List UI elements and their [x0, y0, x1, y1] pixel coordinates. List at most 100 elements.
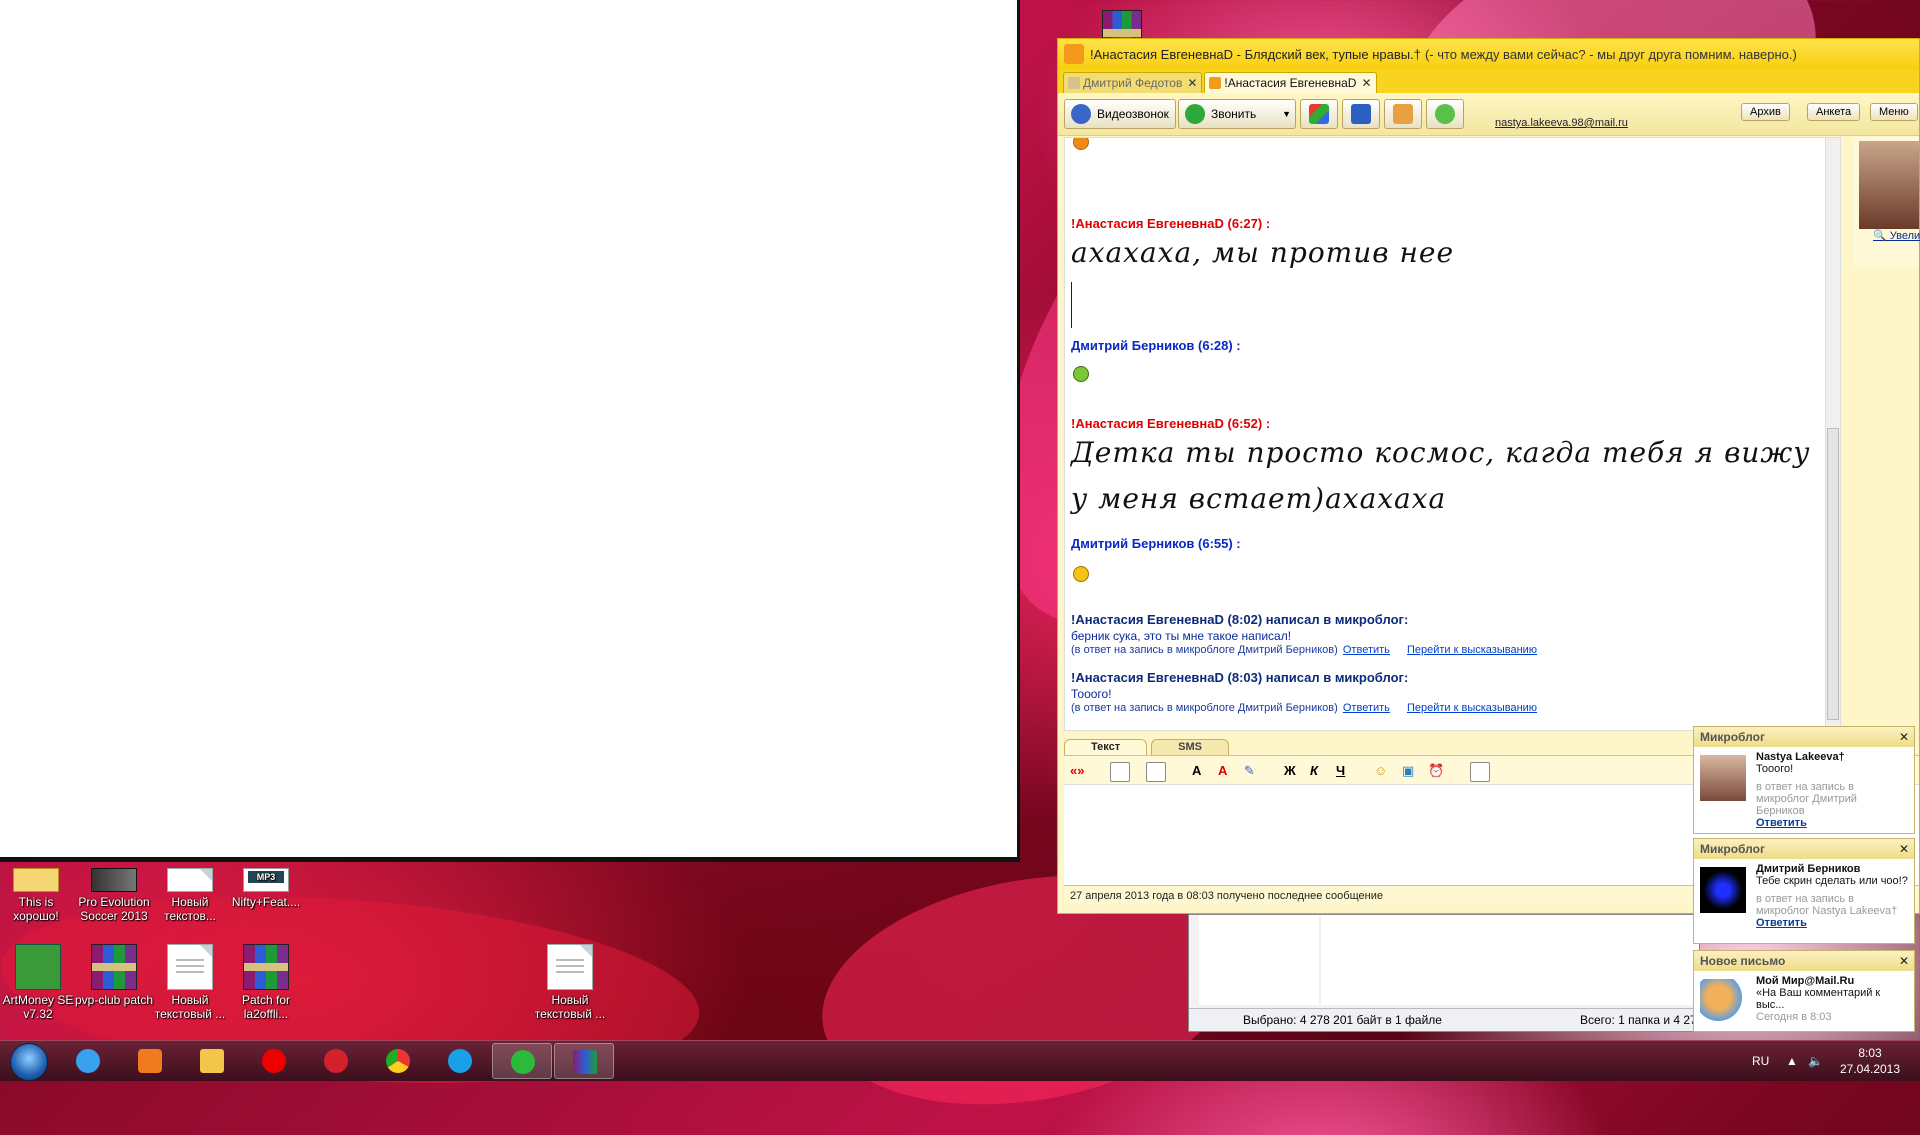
reply-link[interactable]: Ответить	[1756, 917, 1908, 929]
desktop-icon-text-doc-2[interactable]: Новый текстовый ...	[150, 944, 230, 1021]
blank-window[interactable]	[0, 0, 1020, 862]
bold-button[interactable]: Ж	[1284, 762, 1296, 780]
call-button[interactable]: Звонить ▼	[1178, 99, 1296, 129]
menu-button[interactable]: Меню	[1870, 103, 1918, 121]
close-icon[interactable]: ✕	[1899, 839, 1909, 859]
desktop-icon-rar-top[interactable]	[1082, 10, 1162, 40]
notification-microblog-1[interactable]: Микроблог ✕ Nastya Lakeeva† Тооого! в отв…	[1693, 726, 1915, 834]
video-call-button[interactable]: Видеозвонок	[1064, 99, 1176, 129]
italic-button[interactable]: К	[1310, 762, 1318, 780]
profile-button[interactable]: Анкета	[1807, 103, 1861, 121]
explorer-window[interactable]: Выбрано: 4 278 201 байт в 1 файле Всего:…	[1188, 914, 1700, 1032]
text-document-icon	[167, 868, 213, 892]
start-button[interactable]	[4, 1041, 52, 1081]
alarm-icon[interactable]: ⏰	[1428, 762, 1444, 780]
translit-icon[interactable]	[1110, 762, 1130, 782]
font-icon[interactable]: A	[1192, 762, 1201, 780]
tab-anastasia[interactable]: !Анастасия ЕвгеневнаD ✕	[1204, 72, 1377, 93]
notification-title: Дмитрий Берников	[1756, 863, 1861, 875]
folder-icon	[200, 1049, 224, 1073]
desktop-icon-text-doc[interactable]: Новый текстов...	[150, 868, 230, 923]
quote-button[interactable]: «»	[1070, 762, 1084, 780]
message-text: у меня встает)ахахаха	[1071, 482, 1447, 515]
taskbar-media-player[interactable]	[120, 1043, 180, 1079]
avatar[interactable]	[1859, 141, 1919, 229]
notification-header: Микроблог ✕	[1694, 839, 1914, 859]
tab-label: Дмитрий Федотов	[1083, 76, 1183, 90]
desktop-icon-pes2013[interactable]: Pro Evolution Soccer 2013	[74, 868, 154, 923]
screenshot-icon[interactable]	[1470, 762, 1490, 782]
games-button[interactable]	[1300, 99, 1338, 129]
desktop-icon-text-doc-3[interactable]: Новый текстовый ...	[530, 944, 610, 1021]
reply-link[interactable]: Ответить	[1756, 817, 1908, 829]
taskbar-explorer[interactable]	[182, 1043, 242, 1079]
reply-link[interactable]: Ответить	[1343, 644, 1390, 656]
spellcheck-icon[interactable]	[1146, 762, 1166, 782]
chat-history[interactable]: !Анастасия ЕвгеневнаD (6:27) : ахахаха, …	[1064, 137, 1841, 731]
archive-button[interactable]: Архив	[1741, 103, 1790, 121]
notification-ref: в ответ на запись в микроблог Дмитрий Бе…	[1756, 781, 1857, 817]
taskbar-ie[interactable]	[58, 1043, 118, 1079]
volume-icon[interactable]: 🔈	[1808, 1041, 1823, 1081]
contact-side-panel: 🔍 Увели	[1853, 137, 1920, 267]
icon-label: Pro Evolution Soccer 2013	[78, 895, 150, 923]
highlight-icon[interactable]: ✎	[1244, 762, 1255, 780]
notification-ref: в ответ на запись в микроблог Nastya Lak…	[1756, 893, 1898, 917]
mp3-file-icon: MP3	[243, 868, 289, 892]
desktop-icon-pvp-club[interactable]: pvp-club patch	[74, 944, 154, 1007]
goto-link[interactable]: Перейти к высказыванию	[1407, 702, 1537, 714]
avatar	[1700, 755, 1746, 801]
taskbar-skype[interactable]	[430, 1043, 490, 1079]
contacts-button[interactable]	[1384, 99, 1422, 129]
goto-link[interactable]: Перейти к высказыванию	[1407, 644, 1537, 656]
explorer-nav-pane[interactable]	[1199, 915, 1319, 1005]
microblog-button[interactable]	[1426, 99, 1464, 129]
chat-title-bar[interactable]: !Анастасия ЕвгеневнаD - Блядский век, ту…	[1058, 39, 1919, 69]
explorer-total-info: Всего: 1 папка и 4 27	[1580, 1013, 1697, 1027]
scrollbar-thumb[interactable]	[1827, 428, 1839, 720]
underline-button[interactable]: Ч	[1336, 762, 1345, 780]
taskbar-mail-agent[interactable]	[492, 1043, 552, 1079]
notification-new-mail[interactable]: Новое письмо ✕ Мой Мир@Mail.Ru «На Ваш ко…	[1693, 950, 1915, 1032]
game-shortcut-icon	[91, 868, 137, 892]
desktop-icon-patch[interactable]: Patch for la2offli...	[226, 944, 306, 1021]
desktop-icon-mp3[interactable]: MP3 Nifty+Feat....	[226, 868, 306, 909]
taskbar-chrome[interactable]	[368, 1043, 428, 1079]
reply-link[interactable]: Ответить	[1343, 702, 1390, 714]
taskbar-winrar[interactable]	[554, 1043, 614, 1079]
smiley-picker-icon[interactable]: ☺	[1374, 762, 1387, 780]
close-icon[interactable]: ✕	[1187, 76, 1197, 90]
taskbar-opera[interactable]	[244, 1043, 304, 1079]
save-button[interactable]	[1342, 99, 1380, 129]
notification-microblog-2[interactable]: Микроблог ✕ Дмитрий Берников Тебе скрин с…	[1693, 838, 1915, 944]
users-icon	[1393, 104, 1413, 124]
zoom-link[interactable]: 🔍 Увели	[1873, 229, 1920, 242]
contact-email-link[interactable]: nastya.lakeeva.98@mail.ru	[1495, 117, 1628, 129]
message-text: Детка ты просто космос, кагда тебя я виж…	[1071, 436, 1811, 469]
clock-date: 27.04.2013	[1839, 1062, 1901, 1076]
close-icon[interactable]: ✕	[1899, 951, 1909, 971]
media-icon[interactable]: ▣	[1402, 762, 1414, 780]
chat-scrollbar[interactable]	[1825, 138, 1840, 730]
message-author: Дмитрий Берников (6:55) :	[1071, 536, 1241, 551]
tab-sms[interactable]: SMS	[1151, 739, 1229, 755]
desktop-icon-artmoney[interactable]: ArtMoney SE v7.32	[0, 944, 78, 1021]
chevron-down-icon[interactable]: ▼	[1282, 109, 1291, 119]
show-hidden-icons[interactable]: ▲	[1786, 1041, 1798, 1081]
clock[interactable]: 8:03 27.04.2013	[1830, 1045, 1910, 1077]
tab-text[interactable]: Текст	[1064, 739, 1148, 755]
chat-bubble-icon	[1435, 104, 1455, 124]
message-author: Дмитрий Берников (6:28) :	[1071, 338, 1241, 353]
language-indicator[interactable]: RU	[1752, 1041, 1769, 1081]
close-icon[interactable]: ✕	[1899, 727, 1909, 747]
microblog-entry-ref: (в ответ на запись в микроблоге Дмитрий …	[1071, 702, 1537, 714]
chrome-icon	[386, 1049, 410, 1073]
text-color-icon[interactable]: A	[1218, 762, 1227, 780]
tab-dmitry-fedotov[interactable]: Дмитрий Федотов ✕	[1063, 72, 1203, 93]
close-icon[interactable]: ✕	[1361, 76, 1371, 90]
notification-header: Новое письмо ✕	[1694, 951, 1914, 971]
taskbar-app-red[interactable]	[306, 1043, 366, 1079]
explorer-file-pane[interactable]	[1321, 915, 1699, 1005]
desktop-icon-folder[interactable]: This is хорошо!	[0, 868, 76, 923]
grin-smiley-icon	[1073, 366, 1089, 382]
